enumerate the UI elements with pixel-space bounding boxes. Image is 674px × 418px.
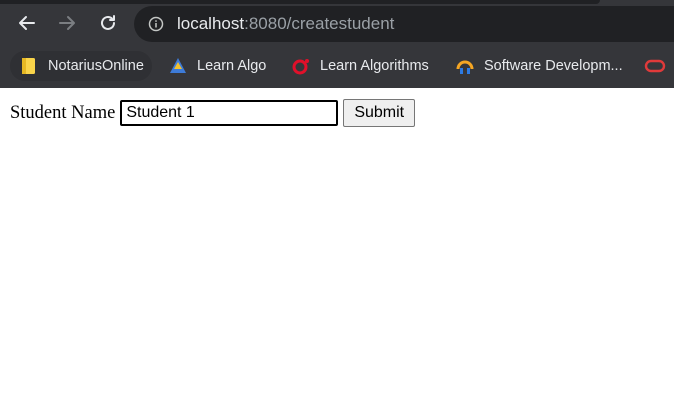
reload-button[interactable] (96, 11, 120, 35)
bookmark-learn-algo[interactable]: Learn Algo (168, 51, 266, 81)
url-path: :8080/createstudent (244, 14, 395, 33)
bookmark-label: Learn Algorithms (320, 58, 429, 74)
bookmark-label: Software Developm... (484, 58, 623, 74)
url-text[interactable]: localhost:8080/createstudent (177, 14, 394, 34)
oracle-icon (644, 56, 666, 76)
info-icon[interactable] (148, 16, 164, 32)
reload-icon (101, 15, 115, 30)
submit-button[interactable]: Submit (343, 99, 416, 127)
bookmark-software-development[interactable]: Software Developm... (455, 51, 623, 81)
page-content: Student Name Submit (0, 88, 674, 138)
browser-toolbar: localhost:8080/createstudent (0, 0, 674, 46)
software-dev-icon (455, 56, 475, 76)
learn-algo-icon (168, 56, 188, 76)
back-button[interactable] (15, 11, 39, 35)
tab-strip-edge (0, 0, 600, 4)
folder-icon (19, 56, 39, 76)
arrow-right-icon (59, 16, 75, 30)
browser-chrome: localhost:8080/createstudent NotariusOnl… (0, 0, 674, 88)
bookmark-notariusonline[interactable]: NotariusOnline (10, 51, 152, 81)
create-student-form: Student Name Submit (10, 99, 664, 127)
bookmark-label: NotariusOnline (48, 58, 144, 74)
student-name-label: Student Name (10, 102, 116, 123)
bookmark-label: Learn Algo (197, 58, 267, 74)
opera-icon (291, 56, 311, 76)
address-bar[interactable]: localhost:8080/createstudent (134, 6, 674, 42)
arrow-left-icon (19, 16, 35, 30)
bookmark-overflow[interactable] (644, 51, 673, 81)
bookmarks-bar: NotariusOnline Learn Algo Learn Algorith… (0, 46, 674, 86)
student-name-input[interactable] (120, 100, 339, 126)
forward-button[interactable] (55, 11, 79, 35)
bookmark-learn-algorithms[interactable]: Learn Algorithms (291, 51, 429, 81)
url-host: localhost (177, 14, 245, 33)
